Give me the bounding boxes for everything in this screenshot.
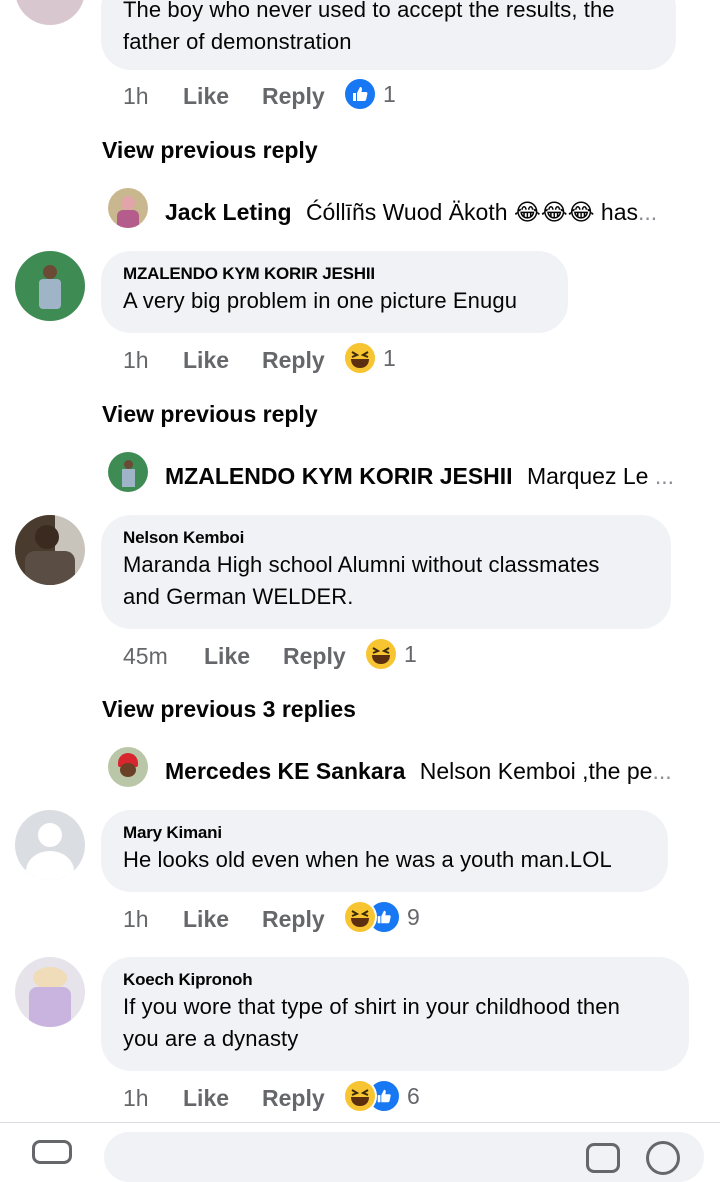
reaction-count: 6: [407, 1082, 420, 1109]
comment-time: 1h: [123, 83, 149, 109]
comment-bubble: Koech Kipronoh If you wore that type of …: [101, 957, 689, 1071]
avatar[interactable]: [108, 452, 148, 492]
comment-time: 45m: [123, 643, 168, 669]
reply-button[interactable]: Reply: [262, 83, 325, 110]
comment-text: If you wore that type of shirt in your c…: [123, 994, 620, 1019]
like-button[interactable]: Like: [183, 1085, 229, 1112]
comment-text: Maranda High school Alumni without class…: [123, 552, 600, 577]
comment-text: The boy who never used to accept the res…: [123, 0, 615, 22]
reaction-summary[interactable]: 6: [343, 1079, 420, 1113]
reaction-summary[interactable]: 1: [364, 637, 417, 671]
comment-bubble: Nelson Kemboi Maranda High school Alumni…: [101, 515, 671, 629]
like-button[interactable]: Like: [183, 347, 229, 374]
reply-text: Nelson Kemboi ,the pe: [419, 758, 653, 784]
reply-text: Marquez Le: [526, 463, 649, 489]
reply-preview[interactable]: Mercedes KE Sankara Nelson Kemboi ,the p…: [165, 758, 680, 785]
thumbs-up-icon: [343, 77, 377, 111]
reply-author: Mercedes KE Sankara: [165, 758, 406, 784]
view-previous-replies[interactable]: View previous reply: [102, 137, 318, 164]
comment-time: 1h: [123, 347, 149, 373]
haha-icon: [343, 1079, 377, 1113]
sticker-icon[interactable]: [586, 1143, 620, 1173]
reaction-count: 9: [407, 903, 420, 930]
composer-divider: [0, 1122, 720, 1123]
camera-icon[interactable]: [32, 1140, 72, 1164]
like-button[interactable]: Like: [183, 906, 229, 933]
comment-author[interactable]: Koech Kipronoh: [123, 969, 667, 991]
avatar[interactable]: [108, 747, 148, 787]
reaction-summary[interactable]: 9: [343, 900, 420, 934]
reply-author: MZALENDO KYM KORIR JESHII: [165, 463, 513, 489]
avatar[interactable]: [15, 0, 85, 25]
comment-text: A very big problem in one picture Enugu: [123, 288, 518, 313]
default-avatar-icon[interactable]: [15, 810, 85, 880]
reply-button[interactable]: Reply: [283, 643, 346, 670]
reply-text: Ćóllīñs Wuod Äkoth 😂😂😂 has: [305, 199, 638, 225]
reply-button[interactable]: Reply: [262, 906, 325, 933]
reply-preview[interactable]: MZALENDO KYM KORIR JESHII Marquez Le ...: [165, 463, 680, 490]
comment-time: 1h: [123, 1085, 149, 1111]
comment-author[interactable]: MZALENDO KYM KORIR JESHII: [123, 263, 546, 285]
reaction-count: 1: [383, 344, 396, 371]
like-button[interactable]: Like: [204, 643, 250, 670]
comment-text: and German WELDER.: [123, 584, 354, 609]
ellipsis: ...: [638, 199, 658, 225]
view-previous-replies[interactable]: View previous reply: [102, 401, 318, 428]
comment-text: He looks old even when he was a youth ma…: [123, 847, 612, 872]
view-previous-replies[interactable]: View previous 3 replies: [102, 696, 356, 723]
reply-button[interactable]: Reply: [262, 1085, 325, 1112]
comment-bubble: Mary Kimani He looks old even when he wa…: [101, 810, 668, 892]
haha-icon: [343, 341, 377, 375]
comment-text: you are a dynasty: [123, 1026, 299, 1051]
emoji-icon[interactable]: [646, 1141, 680, 1175]
comment-bubble: MZALENDO KYM KORIR JESHII A very big pro…: [101, 251, 568, 333]
ellipsis: ...: [654, 463, 674, 489]
reply-preview[interactable]: Jack Leting Ćóllīñs Wuod Äkoth 😂😂😂 has..…: [165, 199, 680, 226]
ellipsis: ...: [652, 758, 672, 784]
reaction-summary[interactable]: 1: [343, 77, 396, 111]
avatar[interactable]: [15, 957, 85, 1027]
reaction-summary[interactable]: 1: [343, 341, 396, 375]
haha-icon: [343, 900, 377, 934]
like-button[interactable]: Like: [183, 83, 229, 110]
reaction-count: 1: [383, 80, 396, 107]
comment-text: father of demonstration: [123, 29, 352, 54]
comment-author[interactable]: Mary Kimani: [123, 822, 646, 844]
comment-author[interactable]: Nelson Kemboi: [123, 527, 649, 549]
haha-icon: [364, 637, 398, 671]
comment-bubble: The boy who never used to accept the res…: [101, 0, 676, 70]
reply-author: Jack Leting: [165, 199, 292, 225]
avatar[interactable]: [15, 515, 85, 585]
reply-button[interactable]: Reply: [262, 347, 325, 374]
reaction-count: 1: [404, 640, 417, 667]
avatar[interactable]: [15, 251, 85, 321]
avatar[interactable]: [108, 188, 148, 228]
comment-time: 1h: [123, 906, 149, 932]
